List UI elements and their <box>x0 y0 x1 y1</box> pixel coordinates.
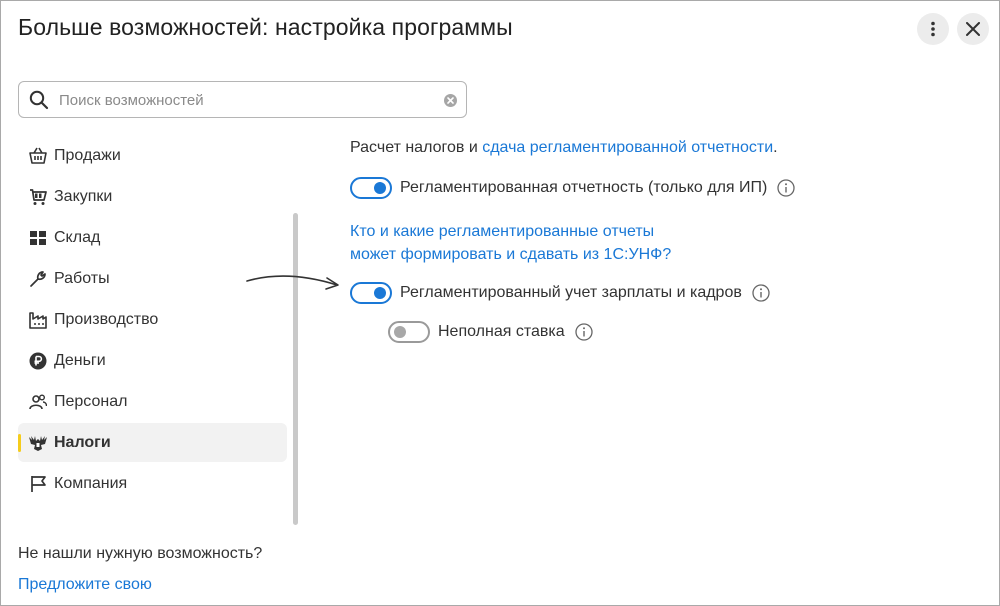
reporting-link[interactable]: сдача регламентированной отчетности <box>482 139 773 156</box>
reports-help-link[interactable]: Кто и какие регламентированные отчеты мо… <box>350 220 671 266</box>
info-icon[interactable] <box>752 284 770 302</box>
taxes-intro: Расчет налогов и сдача регламентированно… <box>350 139 778 157</box>
option-label: Неполная ставка <box>438 323 565 340</box>
search-icon <box>29 90 49 110</box>
flag-icon <box>28 474 48 494</box>
search-field <box>18 81 467 118</box>
sidebar-item-warehouse[interactable]: Склад <box>18 218 287 257</box>
close-button[interactable] <box>957 13 989 45</box>
sidebar-item-staff[interactable]: Персонал <box>18 382 287 421</box>
warehouse-grid-icon <box>28 228 48 248</box>
suggest-feature-link[interactable]: Предложите свою <box>18 576 152 594</box>
option-reporting-ip: Регламентированная отчетность (только дл… <box>350 177 796 199</box>
intro-text: Расчет налогов и <box>350 139 483 156</box>
basket-icon <box>28 146 48 166</box>
sidebar-item-company[interactable]: Компания <box>18 464 287 503</box>
close-x-icon <box>966 22 980 36</box>
footer-question: Не нашли нужную возможность? <box>18 545 263 562</box>
intro-end: . <box>773 139 778 156</box>
option-payroll: Регламентированный учет зарплаты и кадро… <box>350 282 770 304</box>
people-icon <box>28 392 48 412</box>
sidebar-item-label: Производство <box>54 310 159 328</box>
help-link-line2[interactable]: может формировать и сдавать из 1С:УНФ? <box>350 243 671 266</box>
ruble-coin-icon <box>28 351 48 371</box>
wrench-icon <box>28 269 48 289</box>
kebab-vertical-icon <box>931 21 935 37</box>
sidebar-item-taxes[interactable]: Налоги <box>18 423 287 462</box>
option-part-time: Неполная ставка <box>388 321 593 343</box>
settings-window: Больше возможностей: настройка программы <box>0 0 1000 606</box>
factory-icon <box>28 310 48 330</box>
cart-icon <box>28 187 48 207</box>
sidebar-item-purchases[interactable]: Закупки <box>18 177 287 216</box>
eagle-emblem-icon <box>28 433 48 453</box>
option-label: Регламентированный учет зарплаты и кадро… <box>400 284 742 301</box>
sidebar-item-label: Деньги <box>54 351 106 369</box>
sidebar-item-money[interactable]: Деньги <box>18 341 287 380</box>
sidebar-scrollbar[interactable] <box>293 213 298 525</box>
info-icon[interactable] <box>574 323 593 341</box>
sidebar-item-label: Компания <box>54 474 128 492</box>
info-icon[interactable] <box>777 179 796 197</box>
clear-search-icon[interactable] <box>444 94 457 107</box>
more-button[interactable] <box>917 13 949 45</box>
sidebar-item-label: Закупки <box>54 187 113 205</box>
sidebar-item-label: Персонал <box>54 392 128 410</box>
sidebar-item-label: Налоги <box>54 433 111 451</box>
help-link-line1[interactable]: Кто и какие регламентированные отчеты <box>350 220 671 243</box>
reporting-ip-toggle[interactable] <box>350 177 392 199</box>
option-label: Регламентированная отчетность (только дл… <box>400 179 768 196</box>
search-input[interactable] <box>59 88 439 112</box>
pointer-arrow-icon <box>246 275 339 290</box>
sidebar-item-label: Продажи <box>54 146 121 164</box>
sidebar-item-sales[interactable]: Продажи <box>18 136 287 175</box>
payroll-toggle[interactable] <box>350 282 392 304</box>
part-time-toggle[interactable] <box>388 321 430 343</box>
sidebar-nav: Продажи Закупки Склад Работы Производств… <box>18 136 287 505</box>
sidebar-item-label: Склад <box>54 228 101 246</box>
page-title: Больше возможностей: настройка программы <box>18 14 513 40</box>
sidebar-item-production[interactable]: Производство <box>18 300 287 339</box>
sidebar-item-label: Работы <box>54 269 110 287</box>
